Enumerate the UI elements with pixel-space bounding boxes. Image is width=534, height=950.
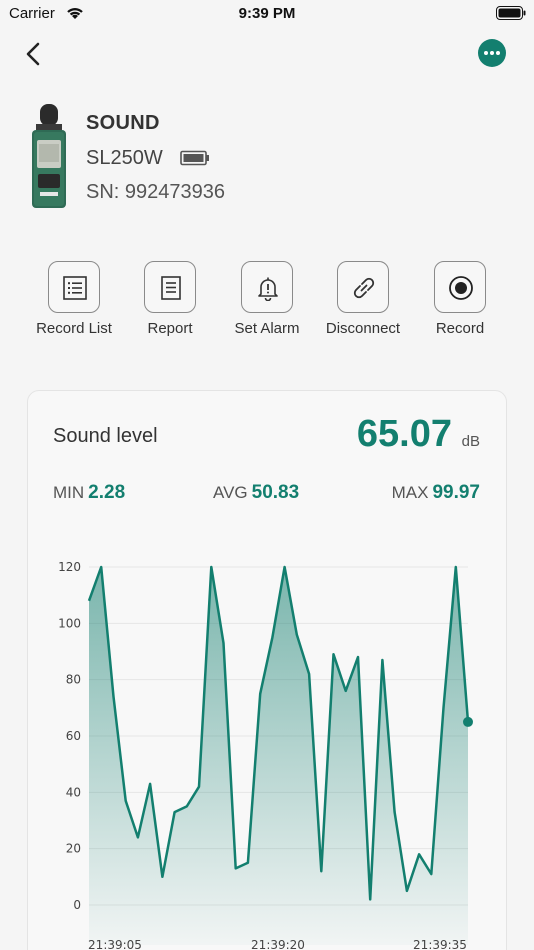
y-tick-label: 100	[58, 616, 81, 630]
list-icon	[63, 276, 87, 300]
card-title: Sound level	[53, 425, 158, 447]
max-label: MAX	[391, 483, 429, 502]
max-stat: MAX 99.97	[392, 482, 480, 504]
record-icon	[449, 276, 473, 300]
min-value: 2.28	[88, 482, 126, 503]
y-tick-label: 20	[66, 842, 81, 856]
y-tick-label: 80	[66, 673, 81, 687]
status-bar: Carrier 9:39 PM	[0, 0, 534, 30]
sound-level-chart: 120 100 80 60 40 20 0 21:39:05 21:39:20 21:39:35	[58, 560, 473, 950]
back-button[interactable]	[22, 40, 46, 68]
battery-icon	[496, 6, 526, 26]
y-tick-label: 40	[66, 785, 81, 799]
min-label: MIN	[53, 483, 85, 502]
y-axis-ticks: 120 100 80 60 40 20 0	[58, 560, 81, 912]
latest-point-marker	[463, 716, 473, 727]
more-options-button[interactable]	[478, 39, 506, 67]
x-tick-label: 21:39:35	[413, 938, 467, 950]
clock: 9:39 PM	[238, 5, 296, 22]
ellipsis-icon	[484, 51, 488, 55]
broken-link-icon	[353, 277, 375, 299]
y-tick-label: 60	[66, 729, 81, 743]
x-tick-label: 21:39:20	[251, 938, 305, 950]
bell-alert-icon	[258, 277, 278, 301]
device-model: SL250W	[86, 147, 163, 169]
avg-stat: AVG 50.83	[213, 482, 299, 504]
battery-full-icon	[180, 150, 210, 171]
chevron-left-icon	[26, 42, 40, 66]
y-tick-label: 120	[58, 560, 81, 574]
max-value: 99.97	[432, 482, 480, 503]
avg-label: AVG	[213, 483, 248, 502]
min-stat: MIN 2.28	[53, 482, 125, 504]
document-icon	[161, 276, 181, 300]
action-bar: Record List Report Set Alarm Disconnect …	[0, 261, 534, 341]
level-unit: dB	[461, 433, 480, 450]
device-name: SOUND	[86, 112, 160, 134]
current-level-value: 65.07	[356, 413, 452, 455]
avg-value: 50.83	[251, 482, 300, 503]
record-label: Record	[435, 320, 485, 337]
device-serial: SN: 992473936	[86, 181, 226, 203]
x-tick-label: 21:39:05	[88, 938, 142, 950]
device-image	[28, 104, 70, 210]
y-tick-label: 0	[73, 898, 81, 912]
